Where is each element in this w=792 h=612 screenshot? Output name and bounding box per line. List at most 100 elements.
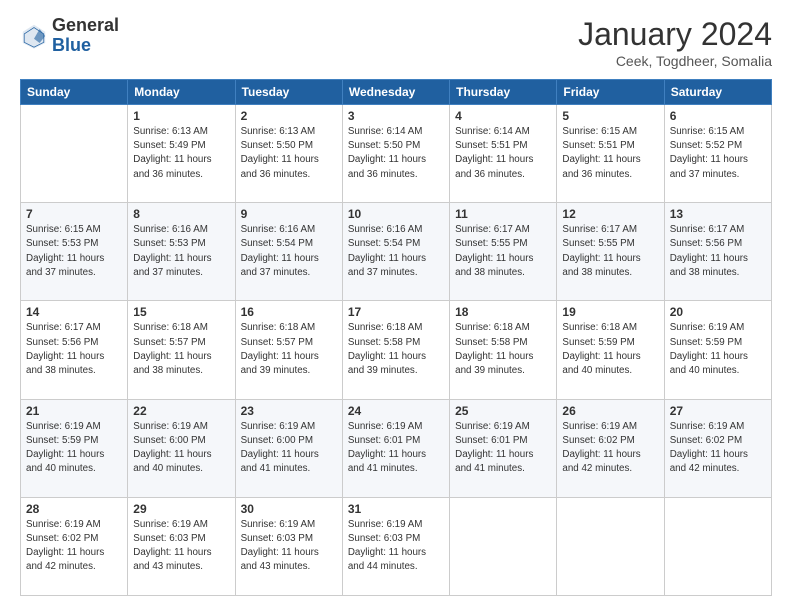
header: General Blue January 2024 Ceek, Togdheer… — [20, 16, 772, 69]
col-friday: Friday — [557, 80, 664, 105]
day-info: Sunrise: 6:18 AMSunset: 5:57 PMDaylight:… — [241, 321, 337, 378]
day-number: 17 — [348, 305, 444, 319]
calendar-week-1: 1 Sunrise: 6:13 AMSunset: 5:49 PMDaylight… — [21, 105, 772, 203]
day-number: 14 — [26, 305, 122, 319]
day-number: 24 — [348, 404, 444, 418]
day-info: Sunrise: 6:15 AMSunset: 5:53 PMDaylight:… — [26, 223, 122, 280]
day-info: Sunrise: 6:19 AMSunset: 6:02 PMDaylight:… — [670, 420, 766, 477]
table-row: 13 Sunrise: 6:17 AMSunset: 5:56 PMDayligh… — [664, 203, 771, 301]
calendar-table: Sunday Monday Tuesday Wednesday Thursday… — [20, 79, 772, 596]
table-row: 18 Sunrise: 6:18 AMSunset: 5:58 PMDayligh… — [450, 301, 557, 399]
day-info: Sunrise: 6:19 AMSunset: 6:03 PMDaylight:… — [348, 518, 444, 575]
day-number: 18 — [455, 305, 551, 319]
day-info: Sunrise: 6:19 AMSunset: 6:02 PMDaylight:… — [562, 420, 658, 477]
day-number: 16 — [241, 305, 337, 319]
table-row: 21 Sunrise: 6:19 AMSunset: 5:59 PMDayligh… — [21, 399, 128, 497]
day-number: 21 — [26, 404, 122, 418]
day-number: 7 — [26, 207, 122, 221]
table-row: 4 Sunrise: 6:14 AMSunset: 5:51 PMDaylight… — [450, 105, 557, 203]
table-row: 12Sunrise: 6:17 AMSunset: 5:55 PMDayligh… — [557, 203, 664, 301]
logo-blue: Blue — [52, 36, 119, 56]
table-row — [557, 497, 664, 595]
day-info: Sunrise: 6:19 AMSunset: 6:02 PMDaylight:… — [26, 518, 122, 575]
day-number: 19 — [562, 305, 658, 319]
calendar-week-5: 28 Sunrise: 6:19 AMSunset: 6:02 PMDayligh… — [21, 497, 772, 595]
day-number: 28 — [26, 502, 122, 516]
logo-icon — [20, 22, 48, 50]
day-info: Sunrise: 6:19 AMSunset: 6:01 PMDaylight:… — [455, 420, 551, 477]
day-number: 9 — [241, 207, 337, 221]
table-row — [21, 105, 128, 203]
col-tuesday: Tuesday — [235, 80, 342, 105]
day-info: Sunrise: 6:19 AMSunset: 6:00 PMDaylight:… — [133, 420, 229, 477]
calendar-week-2: 7 Sunrise: 6:15 AMSunset: 5:53 PMDaylight… — [21, 203, 772, 301]
day-number: 4 — [455, 109, 551, 123]
col-saturday: Saturday — [664, 80, 771, 105]
table-row — [450, 497, 557, 595]
day-info: Sunrise: 6:19 AMSunset: 5:59 PMDaylight:… — [26, 420, 122, 477]
day-info: Sunrise: 6:14 AMSunset: 5:50 PMDaylight:… — [348, 125, 444, 182]
table-row: 2Sunrise: 6:13 AMSunset: 5:50 PMDaylight… — [235, 105, 342, 203]
day-info: Sunrise: 6:18 AMSunset: 5:58 PMDaylight:… — [348, 321, 444, 378]
day-number: 10 — [348, 207, 444, 221]
day-number: 31 — [348, 502, 444, 516]
day-info: Sunrise: 6:14 AMSunset: 5:51 PMDaylight:… — [455, 125, 551, 182]
table-row: 8Sunrise: 6:16 AMSunset: 5:53 PMDaylight… — [128, 203, 235, 301]
day-info: Sunrise: 6:15 AMSunset: 5:51 PMDaylight:… — [562, 125, 658, 182]
table-row: 31 Sunrise: 6:19 AMSunset: 6:03 PMDayligh… — [342, 497, 449, 595]
day-info: Sunrise: 6:13 AMSunset: 5:50 PMDaylight:… — [241, 125, 337, 182]
day-number: 1 — [133, 109, 229, 123]
table-row: 1 Sunrise: 6:13 AMSunset: 5:49 PMDaylight… — [128, 105, 235, 203]
day-info: Sunrise: 6:19 AMSunset: 6:03 PMDaylight:… — [241, 518, 337, 575]
day-info: Sunrise: 6:19 AMSunset: 6:01 PMDaylight:… — [348, 420, 444, 477]
day-number: 6 — [670, 109, 766, 123]
table-row: 20Sunrise: 6:19 AMSunset: 5:59 PMDayligh… — [664, 301, 771, 399]
table-row: 25Sunrise: 6:19 AMSunset: 6:01 PMDayligh… — [450, 399, 557, 497]
day-info: Sunrise: 6:16 AMSunset: 5:53 PMDaylight:… — [133, 223, 229, 280]
page: General Blue January 2024 Ceek, Togdheer… — [0, 0, 792, 612]
day-number: 26 — [562, 404, 658, 418]
day-info: Sunrise: 6:17 AMSunset: 5:56 PMDaylight:… — [26, 321, 122, 378]
day-info: Sunrise: 6:19 AMSunset: 6:03 PMDaylight:… — [133, 518, 229, 575]
table-row: 30Sunrise: 6:19 AMSunset: 6:03 PMDayligh… — [235, 497, 342, 595]
month-title: January 2024 — [578, 16, 772, 53]
table-row: 27 Sunrise: 6:19 AMSunset: 6:02 PMDayligh… — [664, 399, 771, 497]
table-row — [664, 497, 771, 595]
table-row: 23Sunrise: 6:19 AMSunset: 6:00 PMDayligh… — [235, 399, 342, 497]
col-sunday: Sunday — [21, 80, 128, 105]
table-row: 17 Sunrise: 6:18 AMSunset: 5:58 PMDayligh… — [342, 301, 449, 399]
table-row: 28 Sunrise: 6:19 AMSunset: 6:02 PMDayligh… — [21, 497, 128, 595]
table-row: 6Sunrise: 6:15 AMSunset: 5:52 PMDaylight… — [664, 105, 771, 203]
day-info: Sunrise: 6:18 AMSunset: 5:58 PMDaylight:… — [455, 321, 551, 378]
logo-text: General Blue — [52, 16, 119, 56]
table-row: 29Sunrise: 6:19 AMSunset: 6:03 PMDayligh… — [128, 497, 235, 595]
table-row: 24 Sunrise: 6:19 AMSunset: 6:01 PMDayligh… — [342, 399, 449, 497]
col-monday: Monday — [128, 80, 235, 105]
table-row: 16 Sunrise: 6:18 AMSunset: 5:57 PMDayligh… — [235, 301, 342, 399]
day-number: 15 — [133, 305, 229, 319]
table-row: 7 Sunrise: 6:15 AMSunset: 5:53 PMDaylight… — [21, 203, 128, 301]
table-row: 10Sunrise: 6:16 AMSunset: 5:54 PMDayligh… — [342, 203, 449, 301]
day-number: 27 — [670, 404, 766, 418]
day-info: Sunrise: 6:17 AMSunset: 5:55 PMDaylight:… — [455, 223, 551, 280]
day-info: Sunrise: 6:17 AMSunset: 5:55 PMDaylight:… — [562, 223, 658, 280]
title-area: January 2024 Ceek, Togdheer, Somalia — [578, 16, 772, 69]
day-info: Sunrise: 6:16 AMSunset: 5:54 PMDaylight:… — [241, 223, 337, 280]
table-row: 9 Sunrise: 6:16 AMSunset: 5:54 PMDaylight… — [235, 203, 342, 301]
day-info: Sunrise: 6:19 AMSunset: 5:59 PMDaylight:… — [670, 321, 766, 378]
table-row: 11 Sunrise: 6:17 AMSunset: 5:55 PMDayligh… — [450, 203, 557, 301]
day-info: Sunrise: 6:18 AMSunset: 5:57 PMDaylight:… — [133, 321, 229, 378]
table-row: 22Sunrise: 6:19 AMSunset: 6:00 PMDayligh… — [128, 399, 235, 497]
day-number: 13 — [670, 207, 766, 221]
table-row: 26 Sunrise: 6:19 AMSunset: 6:02 PMDayligh… — [557, 399, 664, 497]
day-info: Sunrise: 6:13 AMSunset: 5:49 PMDaylight:… — [133, 125, 229, 182]
calendar-week-3: 14 Sunrise: 6:17 AMSunset: 5:56 PMDayligh… — [21, 301, 772, 399]
day-number: 23 — [241, 404, 337, 418]
day-number: 11 — [455, 207, 551, 221]
subtitle: Ceek, Togdheer, Somalia — [578, 53, 772, 69]
logo: General Blue — [20, 16, 119, 56]
table-row: 14 Sunrise: 6:17 AMSunset: 5:56 PMDayligh… — [21, 301, 128, 399]
table-row: 15 Sunrise: 6:18 AMSunset: 5:57 PMDayligh… — [128, 301, 235, 399]
table-row: 3Sunrise: 6:14 AMSunset: 5:50 PMDaylight… — [342, 105, 449, 203]
day-info: Sunrise: 6:17 AMSunset: 5:56 PMDaylight:… — [670, 223, 766, 280]
